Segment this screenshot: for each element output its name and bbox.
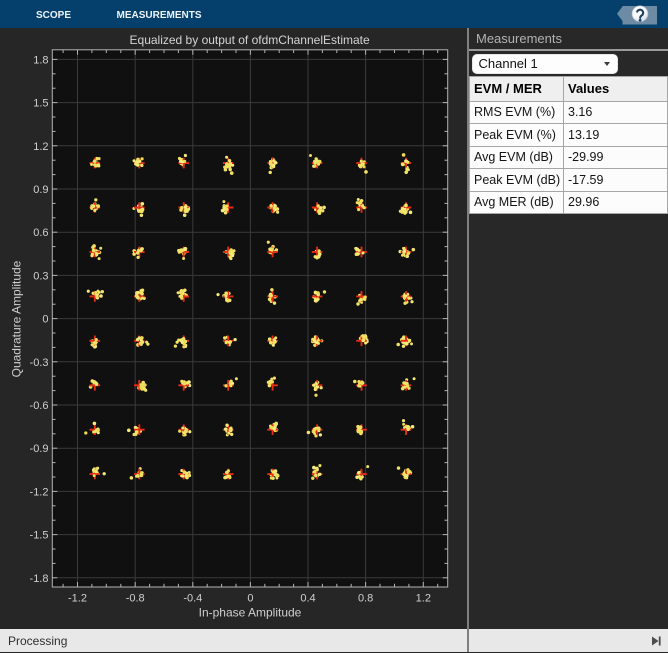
svg-text:-0.3: -0.3 <box>30 357 49 369</box>
svg-text:0.4: 0.4 <box>300 593 315 605</box>
svg-text:-0.8: -0.8 <box>126 593 145 605</box>
svg-text:0: 0 <box>42 314 48 326</box>
svg-text:-0.6: -0.6 <box>30 400 49 412</box>
svg-text:Equalized by output of ofdmCha: Equalized by output of ofdmChannelEstima… <box>130 33 370 47</box>
svg-text:1.2: 1.2 <box>33 141 48 153</box>
svg-text:-1.2: -1.2 <box>68 593 87 605</box>
svg-text:-1.8: -1.8 <box>30 573 49 585</box>
svg-text:-0.9: -0.9 <box>30 443 49 455</box>
svg-text:-1.2: -1.2 <box>30 486 49 498</box>
svg-text:0.3: 0.3 <box>33 270 48 282</box>
svg-text:In-phase Amplitude: In-phase Amplitude <box>199 606 302 620</box>
svg-text:1.2: 1.2 <box>416 593 431 605</box>
svg-text:1.5: 1.5 <box>33 98 48 110</box>
svg-text:0.6: 0.6 <box>33 227 48 239</box>
svg-text:0.8: 0.8 <box>358 593 373 605</box>
svg-text:Quadrature Amplitude: Quadrature Amplitude <box>10 260 24 377</box>
svg-text:-1.5: -1.5 <box>30 530 49 542</box>
svg-text:-0.4: -0.4 <box>183 593 202 605</box>
svg-text:1.8: 1.8 <box>33 54 48 66</box>
svg-text:0: 0 <box>247 593 253 605</box>
svg-text:0.9: 0.9 <box>33 184 48 196</box>
